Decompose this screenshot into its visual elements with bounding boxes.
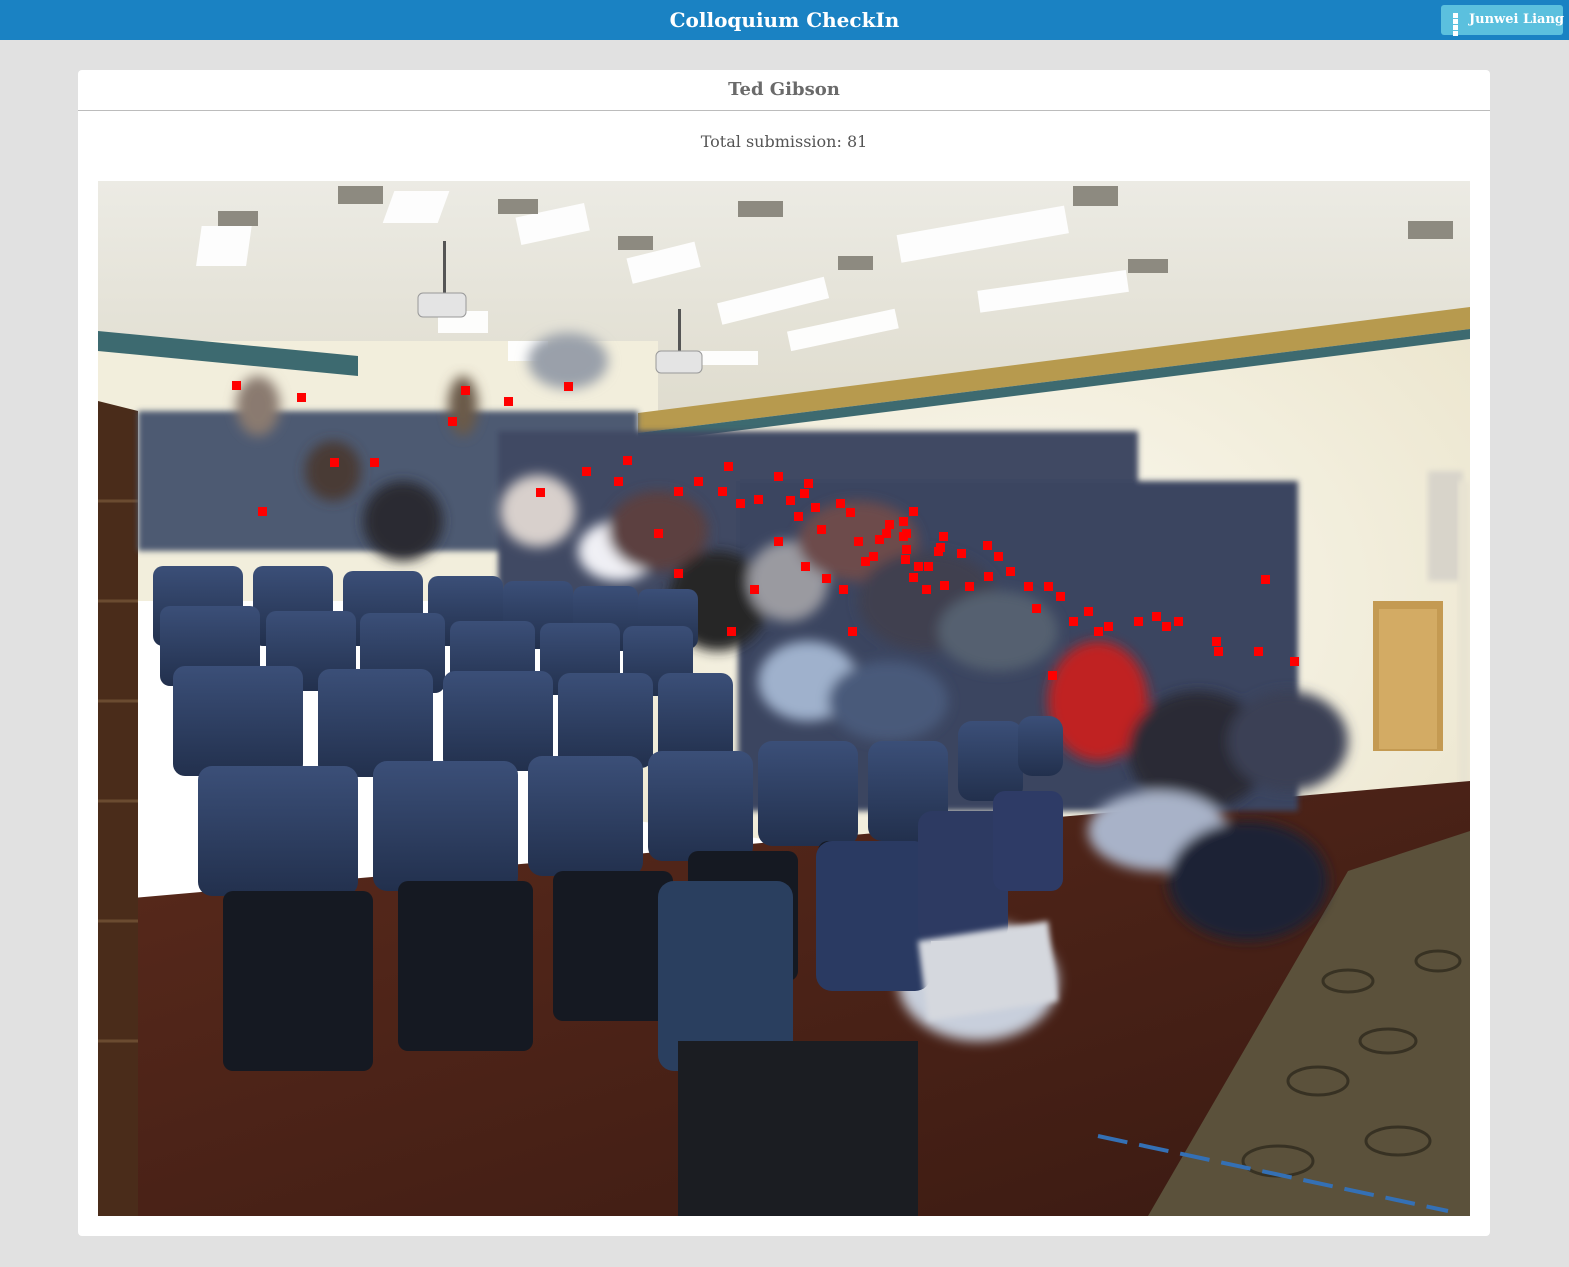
- checkin-marker: [1214, 647, 1223, 656]
- checkin-marker: [736, 499, 745, 508]
- checkin-marker: [817, 525, 826, 534]
- checkin-marker: [924, 562, 933, 571]
- checkin-marker: [957, 549, 966, 558]
- checkin-marker: [1069, 617, 1078, 626]
- checkin-marker: [774, 537, 783, 546]
- grid-icon: [1453, 13, 1464, 36]
- app-title: Colloquium CheckIn: [669, 8, 900, 32]
- checkin-marker: [1006, 567, 1015, 576]
- checkin-marker: [901, 555, 910, 564]
- checkin-marker: [909, 573, 918, 582]
- checkin-marker: [801, 562, 810, 571]
- checkin-marker: [902, 545, 911, 554]
- checkin-marker: [461, 386, 470, 395]
- checkin-marker: [1056, 592, 1065, 601]
- checkin-marker: [861, 557, 870, 566]
- checkin-marker: [786, 496, 795, 505]
- checkin-marker: [984, 572, 993, 581]
- checkin-marker: [983, 541, 992, 550]
- checkin-marker: [1212, 637, 1221, 646]
- checkin-marker: [854, 537, 863, 546]
- checkin-marker: [754, 495, 763, 504]
- checkin-marker: [885, 520, 894, 529]
- event-panel: Ted Gibson Total submission: 81: [78, 70, 1490, 1236]
- checkin-marker: [654, 529, 663, 538]
- checkin-marker: [297, 393, 306, 402]
- checkin-marker: [909, 507, 918, 516]
- checkin-marker: [564, 382, 573, 391]
- checkin-marker: [822, 574, 831, 583]
- checkin-marker: [794, 512, 803, 521]
- checkin-marker: [536, 488, 545, 497]
- checkin-marker: [1032, 604, 1041, 613]
- checkin-marker: [939, 532, 948, 541]
- checkin-marker: [811, 503, 820, 512]
- checkin-marker: [836, 499, 845, 508]
- user-menu-button[interactable]: Junwei Liang: [1441, 5, 1565, 36]
- checkin-marker: [914, 562, 923, 571]
- checkin-marker: [232, 381, 241, 390]
- checkin-marker: [846, 508, 855, 517]
- checkin-marker: [848, 627, 857, 636]
- checkin-marker: [1094, 627, 1103, 636]
- checkin-marker: [724, 462, 733, 471]
- top-navbar: Colloquium CheckIn Junwei Liang: [0, 0, 1569, 40]
- checkin-marker: [614, 477, 623, 486]
- checkin-marker: [994, 552, 1003, 561]
- checkin-marker: [800, 489, 809, 498]
- checkin-marker: [1044, 582, 1053, 591]
- checkin-marker: [1104, 622, 1113, 631]
- checkin-marker: [1174, 617, 1183, 626]
- checkin-marker: [1254, 647, 1263, 656]
- checkin-marker: [940, 581, 949, 590]
- checkin-marker: [750, 585, 759, 594]
- total-submission: Total submission: 81: [700, 132, 868, 151]
- user-name: Junwei Liang: [1469, 12, 1565, 27]
- checkin-marker: [936, 543, 945, 552]
- lecture-hall-photo: [98, 181, 1470, 1216]
- checkin-marker: [1024, 582, 1033, 591]
- checkin-marker: [727, 627, 736, 636]
- checkin-marker: [774, 472, 783, 481]
- checkin-marker: [922, 585, 931, 594]
- checkin-marker: [839, 585, 848, 594]
- checkin-marker: [674, 487, 683, 496]
- checkin-marker: [875, 535, 884, 544]
- checkin-marker: [1134, 617, 1143, 626]
- checkin-marker: [1261, 575, 1270, 584]
- checkin-marker: [899, 532, 908, 541]
- checkin-marker: [804, 479, 813, 488]
- checkin-marker: [869, 552, 878, 561]
- checkin-marker: [718, 487, 727, 496]
- checkin-marker: [694, 477, 703, 486]
- checkin-marker: [370, 458, 379, 467]
- checkin-marker: [1290, 657, 1299, 666]
- checkin-marker: [582, 467, 591, 476]
- checkin-marker: [1152, 612, 1161, 621]
- checkin-marker: [258, 507, 267, 516]
- checkin-marker: [623, 456, 632, 465]
- checkin-marker: [965, 582, 974, 591]
- speaker-name: Ted Gibson: [78, 70, 1490, 111]
- checkin-marker: [899, 517, 908, 526]
- checkin-marker: [1048, 671, 1057, 680]
- checkin-marker: [1084, 607, 1093, 616]
- checkin-marker: [330, 458, 339, 467]
- checkin-marker: [1162, 622, 1171, 631]
- checkin-marker: [448, 417, 457, 426]
- checkin-marker: [504, 397, 513, 406]
- checkin-marker: [674, 569, 683, 578]
